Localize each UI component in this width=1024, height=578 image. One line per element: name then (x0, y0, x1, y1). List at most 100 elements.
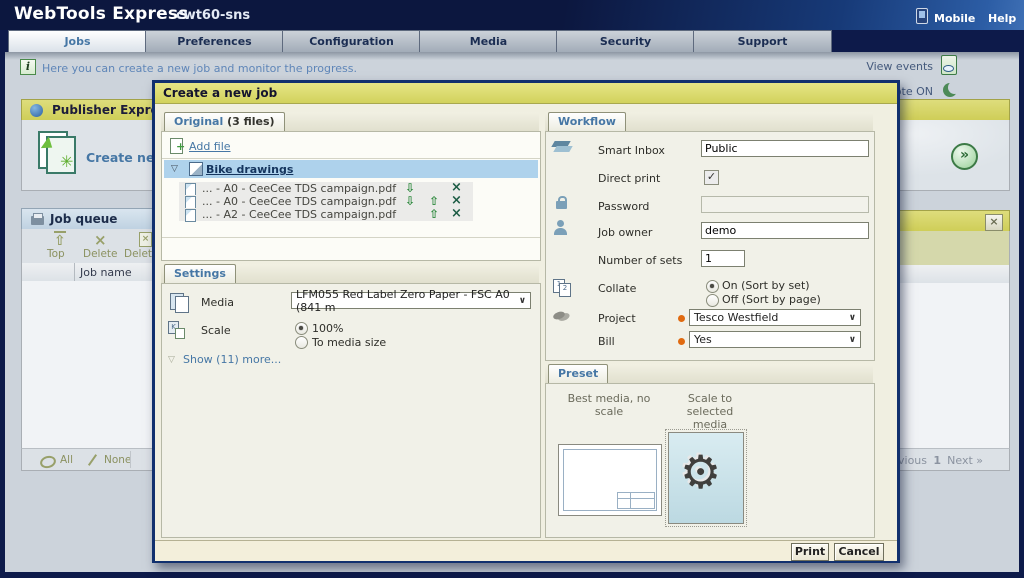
bill-required-dot (678, 338, 685, 345)
tab-support[interactable]: Support (693, 30, 832, 52)
move-up-icon[interactable]: ⇧ (429, 195, 439, 207)
next-page-link[interactable]: Next » (947, 454, 983, 467)
create-job-dialog: Create a new job Original (3 files) + Ad… (152, 80, 900, 563)
settings-tab-row: Settings (161, 264, 539, 284)
sets-input[interactable] (701, 250, 745, 267)
tab-preferences[interactable]: Preferences (145, 30, 284, 52)
file-name: ... - A2 - CeeCee TDS campaign.pdf (202, 208, 396, 221)
collate-off-label[interactable]: Off (Sort by page) (722, 293, 821, 306)
tab-configuration[interactable]: Configuration (282, 30, 421, 52)
scale-100-radio[interactable] (295, 322, 308, 335)
folder-expander-icon[interactable]: ▽ (171, 164, 178, 174)
bill-label: Bill (598, 335, 615, 348)
preset-option-1-label[interactable]: Best media, no scale (554, 392, 664, 418)
device-name: cwt60-sns (176, 8, 250, 23)
job-owner-icon-head (557, 220, 564, 227)
move-down-icon[interactable]: ⇩ (405, 195, 415, 207)
move-up-icon[interactable]: ⇧ (429, 208, 439, 220)
folder-name-link[interactable]: Bike drawings (206, 163, 293, 176)
help-link[interactable]: Help (988, 12, 1016, 25)
job-owner-label: Job owner (598, 226, 652, 239)
project-select[interactable]: Tesco Westfield ∨ (689, 309, 861, 326)
scale-icon-small (175, 328, 185, 339)
scale-media-label[interactable]: To media size (312, 336, 386, 349)
preset-tab-row: Preset (545, 364, 873, 384)
delete-all-icon[interactable]: × (139, 232, 152, 247)
file-name: ... - A0 - CeeCee TDS campaign.pdf (202, 195, 396, 208)
collate-icon-2: 2 (559, 283, 571, 297)
remote-moon-icon[interactable] (943, 83, 957, 97)
smart-inbox-input[interactable] (701, 140, 869, 157)
drawing-title-block (617, 492, 655, 509)
gear-icon: ⚙ (680, 445, 721, 499)
job-queue-title: Job queue (50, 209, 117, 230)
create-job-star-icon: ✳ (60, 152, 73, 171)
select-none-label[interactable]: None (104, 454, 131, 466)
job-owner-input[interactable] (701, 222, 869, 239)
mobile-link[interactable]: Mobile (934, 12, 975, 25)
scale-label: Scale (201, 324, 231, 337)
files-divider (162, 237, 540, 238)
collate-on-radio[interactable] (706, 280, 719, 293)
promo-next-button[interactable]: » (951, 143, 978, 170)
collate-label: Collate (598, 282, 636, 295)
collate-off-radio[interactable] (706, 294, 719, 307)
original-tab-row: Original (3 files) (161, 112, 539, 132)
preset-box: Best media, no scale Scale to selected m… (545, 383, 875, 538)
folder-icon (189, 162, 203, 176)
move-top-label[interactable]: Top (47, 248, 65, 260)
project-icon (552, 310, 566, 321)
workflow-box: Smart Inbox Direct print ✓ Password Job … (545, 131, 875, 361)
collate-on-label[interactable]: On (Sort by set) (722, 279, 810, 292)
original-file-count: (3 files) (227, 115, 274, 128)
media-icon-front (175, 296, 189, 313)
direct-print-checkbox[interactable]: ✓ (704, 170, 719, 185)
scale-media-radio[interactable] (295, 336, 308, 349)
smart-inbox-icon-2 (553, 146, 572, 152)
tab-jobs[interactable]: Jobs (8, 30, 147, 52)
column-divider (74, 263, 75, 281)
preset-scale-thumbnail[interactable]: ⚙ (668, 432, 744, 524)
project-label: Project (598, 312, 636, 325)
tab-original[interactable]: Original (3 files) (164, 112, 285, 132)
delete-icon[interactable]: × (94, 231, 107, 249)
view-events-icon[interactable] (941, 55, 957, 75)
screen: WebTools Express cwt60-sns Mobile Help J… (0, 0, 1024, 578)
add-file-link[interactable]: Add file (189, 140, 231, 153)
bill-select[interactable]: Yes ∨ (689, 331, 861, 348)
tab-workflow[interactable]: Workflow (548, 112, 626, 132)
chevron-down-icon: ∨ (849, 335, 856, 345)
dialog-footer: Print Cancel (155, 540, 897, 561)
move-down-icon[interactable]: ⇩ (405, 182, 415, 194)
mobile-icon[interactable] (916, 8, 928, 24)
view-events-link[interactable]: View events (866, 60, 933, 73)
password-lock-icon (556, 201, 567, 209)
delete-label[interactable]: Delete (83, 248, 118, 260)
document-icon (185, 209, 196, 222)
print-button[interactable]: Print (791, 543, 829, 561)
scale-100-label[interactable]: 100% (312, 322, 343, 335)
preset-best-media-thumbnail[interactable] (558, 444, 662, 516)
media-select[interactable]: LFM055 Red Label Zero Paper - FSC A0 (84… (291, 292, 531, 309)
move-top-icon[interactable]: ⇧ (54, 231, 66, 249)
show-more-expander-icon[interactable]: ▽ (168, 355, 175, 365)
workflow-tab-row: Workflow (545, 112, 873, 132)
tab-preset[interactable]: Preset (548, 364, 608, 384)
folder-row[interactable]: ▽ Bike drawings (164, 160, 538, 178)
select-all-icon[interactable] (39, 454, 58, 470)
select-none-icon[interactable] (88, 454, 97, 466)
show-more-link[interactable]: Show (11) more... (183, 353, 281, 366)
close-panel-icon[interactable]: × (985, 214, 1003, 231)
app-header: WebTools Express cwt60-sns Mobile Help (0, 0, 1024, 30)
job-name-column[interactable]: Job name (80, 266, 132, 279)
tab-security[interactable]: Security (556, 30, 695, 52)
smart-inbox-label: Smart Inbox (598, 144, 665, 157)
media-value: LFM055 Red Label Zero Paper - FSC A0 (84… (296, 288, 519, 314)
select-all-label[interactable]: All (60, 454, 73, 466)
remove-file-icon[interactable]: × (451, 208, 462, 220)
preset-option-2-label[interactable]: Scale to selected media (671, 392, 749, 431)
file-row[interactable]: ... - A2 - CeeCee TDS campaign.pdf ⇧ × (179, 208, 473, 221)
tab-settings[interactable]: Settings (164, 264, 236, 284)
tab-media[interactable]: Media (419, 30, 558, 52)
cancel-button[interactable]: Cancel (834, 543, 884, 561)
